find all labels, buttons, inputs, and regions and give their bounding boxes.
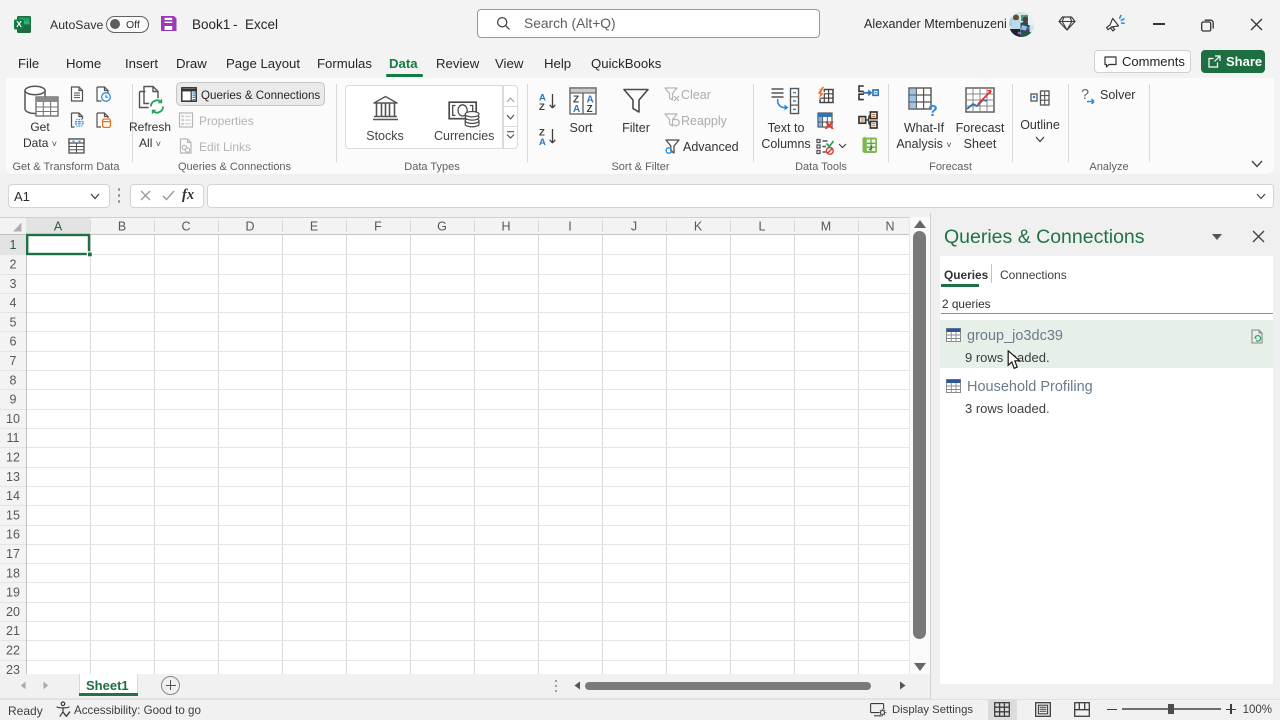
svg-text:M: M [821,220,831,234]
svg-text:H: H [501,220,510,234]
svg-text:5: 5 [10,315,17,329]
svg-text:E: E [310,220,318,234]
svg-text:18: 18 [6,566,20,580]
svg-text:7: 7 [10,354,17,368]
svg-text:23: 23 [6,663,20,674]
svg-text:?: ? [928,103,938,117]
svg-text:22: 22 [6,644,20,658]
svg-text:Z: Z [539,102,545,112]
svg-text:K: K [694,220,703,234]
svg-text:L: L [759,220,766,234]
svg-text:15: 15 [6,508,20,522]
svg-text:3: 3 [10,277,17,291]
svg-text:J: J [631,220,637,234]
svg-text:19: 19 [6,586,20,600]
svg-text:F: F [374,220,382,234]
svg-text:Z: Z [587,104,593,115]
svg-text:A: A [539,137,546,147]
svg-text:1: 1 [10,238,17,252]
svg-text:17: 17 [6,547,20,561]
svg-text:8: 8 [10,373,17,387]
svg-text:14: 14 [6,489,20,503]
svg-text:C: C [181,220,190,234]
svg-text:13: 13 [6,470,20,484]
svg-text:20: 20 [6,605,20,619]
svg-text:G: G [437,220,447,234]
svg-text:?: ? [1081,87,1089,103]
svg-text:A: A [573,104,580,115]
svg-text:I: I [568,220,571,234]
svg-text:2: 2 [10,258,17,272]
svg-text:16: 16 [6,528,20,542]
svg-text:6: 6 [10,335,17,349]
svg-text:11: 11 [7,431,20,445]
svg-text:N: N [885,220,894,234]
svg-text:21: 21 [6,624,20,638]
svg-text:4: 4 [10,296,17,310]
svg-text:12: 12 [6,451,20,465]
svg-text:B: B [118,220,126,234]
svg-text:10: 10 [6,412,20,426]
svg-text:A: A [54,220,63,234]
svg-text:X: X [16,19,22,29]
svg-text:9: 9 [10,393,17,407]
svg-text:D: D [245,220,254,234]
